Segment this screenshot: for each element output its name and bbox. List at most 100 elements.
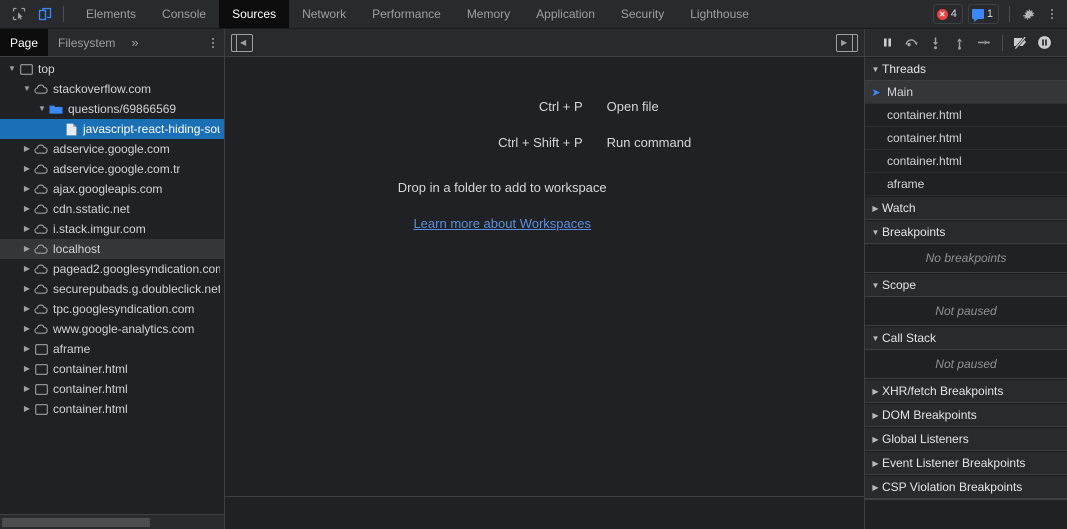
navtab-filesystem[interactable]: Filesystem: [48, 29, 125, 56]
tree-item-label: i.stack.imgur.com: [53, 222, 146, 236]
tree-item-localhost[interactable]: ▶ localhost: [0, 239, 224, 259]
step-into-icon[interactable]: [925, 32, 947, 54]
chevron-right-icon[interactable]: ▶: [21, 239, 33, 259]
tree-item-label: pagead2.googlesyndication.com: [53, 262, 220, 276]
chevron-right-icon[interactable]: ▶: [21, 279, 33, 299]
cloud-icon: [33, 281, 49, 297]
chevron-right-icon[interactable]: ▶: [21, 139, 33, 159]
chevron-right-icon[interactable]: ▶: [21, 199, 33, 219]
thread-item[interactable]: aframe: [865, 173, 1067, 196]
tab-sources[interactable]: Sources: [219, 0, 290, 28]
collapse-navigator-icon[interactable]: ◀: [231, 33, 253, 52]
current-thread-arrow-icon: ➤: [871, 86, 881, 99]
tree-item-i-stack-imgur-com[interactable]: ▶ i.stack.imgur.com: [0, 219, 224, 239]
section-header-global-listeners[interactable]: ▶ Global Listeners: [865, 427, 1067, 451]
chevron-down-icon[interactable]: ▼: [21, 79, 33, 99]
chevron-right-icon[interactable]: ▶: [21, 179, 33, 199]
navtab-more-icon[interactable]: »: [125, 29, 144, 56]
step-out-icon[interactable]: [949, 32, 971, 54]
tree-item-container-html[interactable]: ▶ container.html: [0, 359, 224, 379]
learn-more-workspaces-link[interactable]: Learn more about Workspaces: [398, 216, 607, 231]
thread-label: Main: [887, 85, 914, 99]
thread-label: container.html: [887, 108, 962, 122]
file-icon: [63, 121, 79, 137]
section-title: DOM Breakpoints: [882, 408, 977, 422]
thread-item[interactable]: container.html: [865, 127, 1067, 150]
tree-item-stackoverflow-com[interactable]: ▼ stackoverflow.com: [0, 79, 224, 99]
tab-network[interactable]: Network: [289, 0, 359, 28]
error-count-badge[interactable]: ✕ 4: [932, 4, 963, 24]
tab-application[interactable]: Application: [523, 0, 608, 28]
message-count-badge[interactable]: 1: [967, 4, 999, 24]
cloud-icon: [33, 161, 49, 177]
chevron-right-icon[interactable]: ▶: [21, 159, 33, 179]
tree-item-pagead2-googlesyndication-com[interactable]: ▶ pagead2.googlesyndication.com: [0, 259, 224, 279]
tree-item-ajax-googleapis-com[interactable]: ▶ ajax.googleapis.com: [0, 179, 224, 199]
tree-item-cdn-sstatic-net[interactable]: ▶ cdn.sstatic.net: [0, 199, 224, 219]
section-header-threads[interactable]: ▼ Threads: [865, 57, 1067, 81]
tab-performance[interactable]: Performance: [359, 0, 454, 28]
tree-item-adservice-google-com[interactable]: ▶ adservice.google.com: [0, 139, 224, 159]
chevron-right-icon[interactable]: ▶: [21, 359, 33, 379]
cloud-icon: [33, 321, 49, 337]
pause-on-exceptions-icon[interactable]: [1034, 32, 1056, 54]
section-header-watch[interactable]: ▶ Watch: [865, 196, 1067, 220]
chevron-right-icon[interactable]: ▶: [21, 219, 33, 239]
section-header-xhr-fetch-breakpoints[interactable]: ▶ XHR/fetch Breakpoints: [865, 379, 1067, 403]
callstack-empty-message: Not paused: [865, 350, 1067, 379]
tree-item-securepubads-g-doubleclick-net[interactable]: ▶ securepubads.g.doubleclick.net: [0, 279, 224, 299]
section-header-csp-violation-breakpoints[interactable]: ▶ CSP Violation Breakpoints: [865, 475, 1067, 499]
show-debugger-icon[interactable]: ▶: [836, 33, 858, 52]
tab-elements[interactable]: Elements: [73, 0, 149, 28]
debugger-toolbar-divider: [1001, 34, 1003, 51]
chevron-right-icon[interactable]: ▶: [21, 339, 33, 359]
tree-item-top[interactable]: ▼ top: [0, 59, 224, 79]
section-header-call-stack[interactable]: ▼ Call Stack: [865, 326, 1067, 350]
step-over-icon[interactable]: [901, 32, 923, 54]
chevron-right-icon[interactable]: ▶: [21, 299, 33, 319]
section-header-event-listener-breakpoints[interactable]: ▶ Event Listener Breakpoints: [865, 451, 1067, 475]
navtab-page[interactable]: Page: [0, 29, 49, 56]
tree-item-aframe[interactable]: ▶ aframe: [0, 339, 224, 359]
thread-item[interactable]: ➤ Main: [865, 81, 1067, 104]
frame-icon: [18, 61, 34, 77]
tab-console[interactable]: Console: [149, 0, 219, 28]
tree-item-questions-69866569[interactable]: ▼ questions/69866569: [0, 99, 224, 119]
thread-item[interactable]: container.html: [865, 104, 1067, 127]
chevron-right-icon[interactable]: ▶: [21, 319, 33, 339]
section-header-dom-breakpoints[interactable]: ▶ DOM Breakpoints: [865, 403, 1067, 427]
editor-status-bar: [225, 496, 864, 529]
section-header-scope[interactable]: ▼ Scope: [865, 273, 1067, 297]
tree-item-label: ajax.googleapis.com: [53, 182, 163, 196]
scrollbar-thumb[interactable]: [2, 518, 150, 527]
section-header-breakpoints[interactable]: ▼ Breakpoints: [865, 220, 1067, 244]
tree-item-container-html[interactable]: ▶ container.html: [0, 399, 224, 419]
inspect-cursor-icon[interactable]: [6, 1, 32, 27]
tree-item-tpc-googlesyndication-com[interactable]: ▶ tpc.googlesyndication.com: [0, 299, 224, 319]
frame-icon: [33, 361, 49, 377]
navigator-kebab-menu-icon[interactable]: [202, 29, 224, 56]
chevron-right-icon[interactable]: ▶: [21, 259, 33, 279]
deactivate-breakpoints-icon[interactable]: [1010, 32, 1032, 54]
tree-item-www-google-analytics-com[interactable]: ▶ www.google-analytics.com: [0, 319, 224, 339]
tree-item-container-html[interactable]: ▶ container.html: [0, 379, 224, 399]
tab-memory[interactable]: Memory: [454, 0, 523, 28]
chevron-down-icon[interactable]: ▼: [6, 59, 18, 79]
chevron-down-icon[interactable]: ▼: [36, 99, 48, 119]
kebab-menu-icon[interactable]: [1041, 9, 1063, 19]
hint-row: Drop in a folder to add to workspace: [398, 171, 691, 216]
chevron-right-icon[interactable]: ▶: [21, 399, 33, 419]
step-icon[interactable]: [973, 32, 995, 54]
breakpoints-empty-message: No breakpoints: [865, 244, 1067, 273]
thread-item[interactable]: container.html: [865, 150, 1067, 173]
tree-item-adservice-google-com-tr[interactable]: ▶ adservice.google.com.tr: [0, 159, 224, 179]
tree-item-label: adservice.google.com: [53, 142, 170, 156]
tab-lighthouse[interactable]: Lighthouse: [677, 0, 762, 28]
tab-security[interactable]: Security: [608, 0, 677, 28]
device-toolbar-icon[interactable]: [32, 1, 58, 27]
chevron-right-icon[interactable]: ▶: [21, 379, 33, 399]
file-tree-horizontal-scrollbar[interactable]: [0, 514, 224, 529]
tree-item-javascript-react-hiding-source-code[interactable]: javascript-react-hiding-source-code: [0, 119, 224, 139]
gear-icon[interactable]: [1015, 1, 1041, 27]
pause-icon[interactable]: [877, 32, 899, 54]
